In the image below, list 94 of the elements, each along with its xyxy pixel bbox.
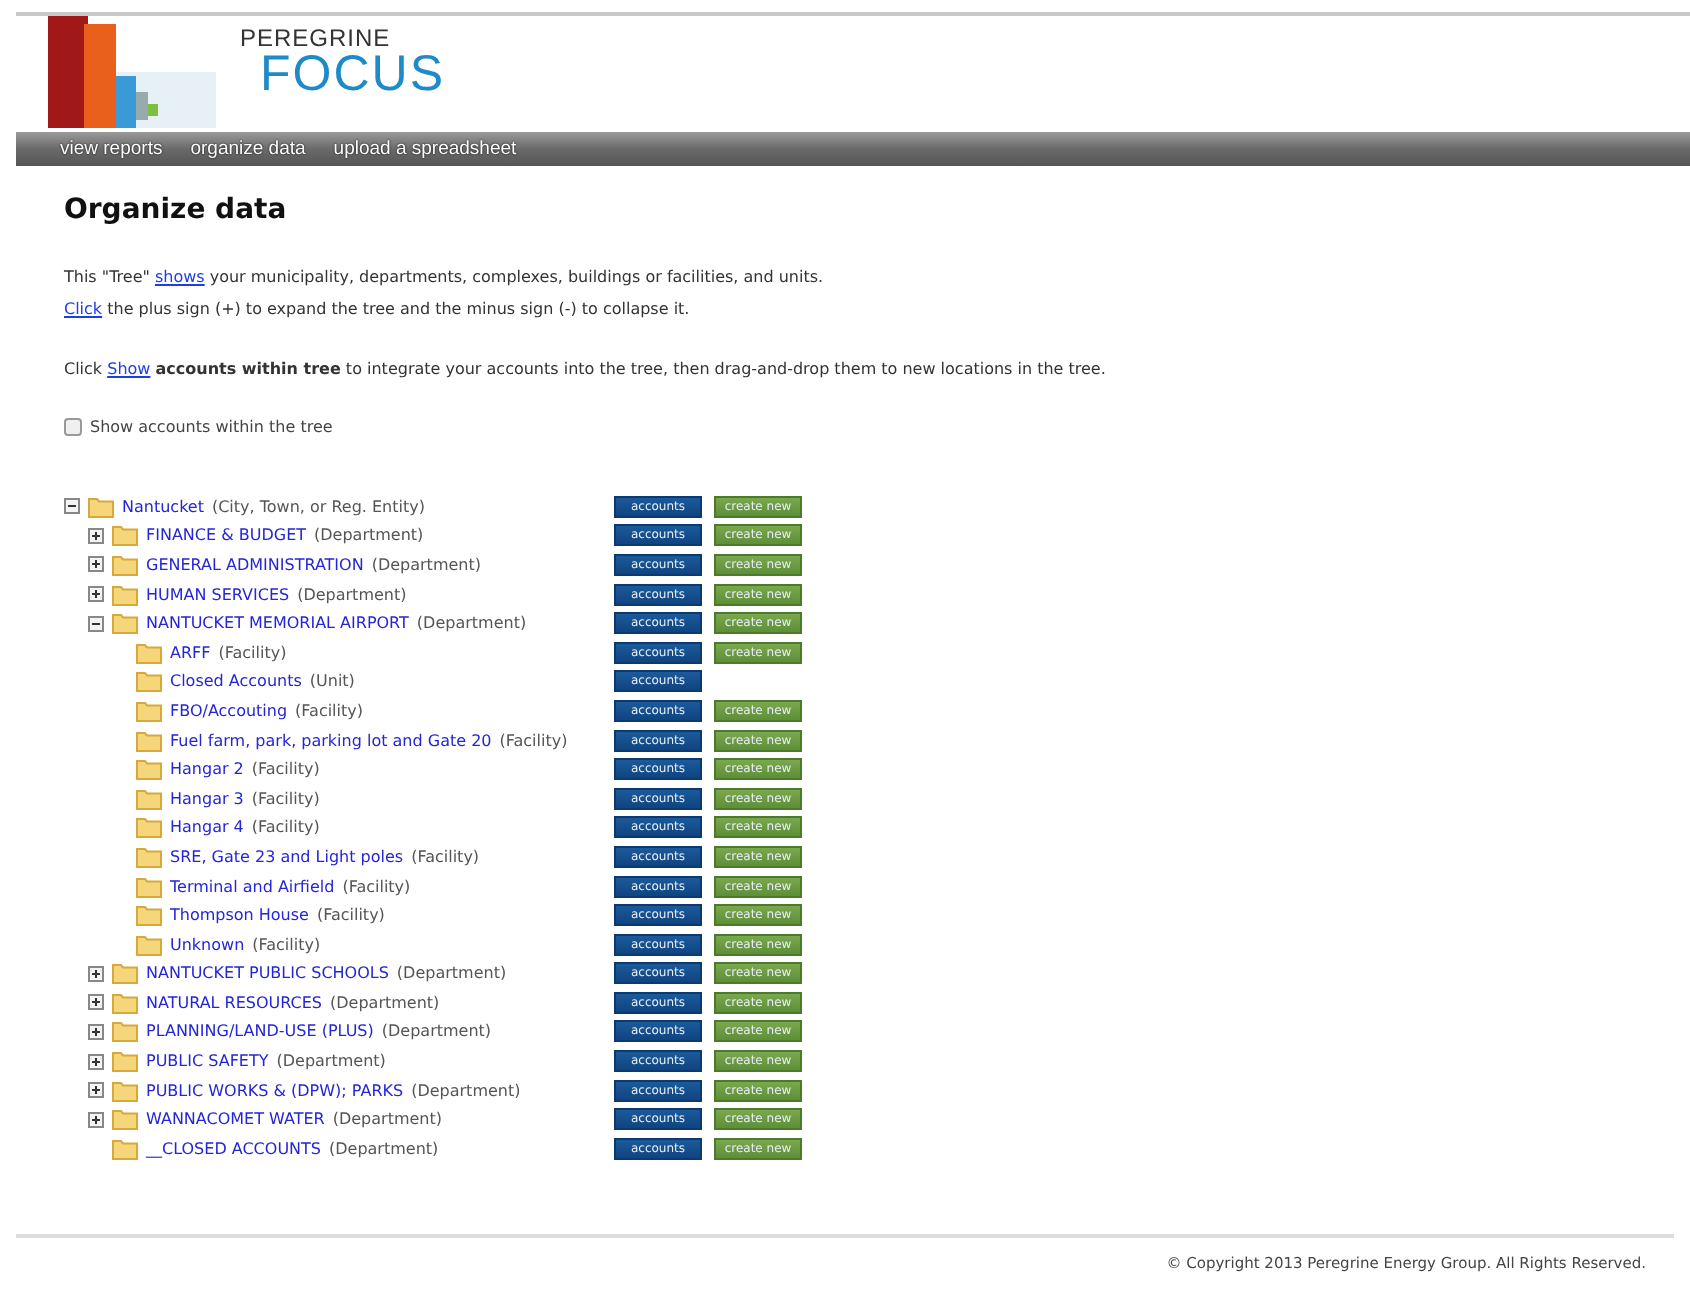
help-link[interactable]: Show (107, 360, 151, 378)
node-type: (Department) (276, 1052, 386, 1071)
folder-icon (136, 699, 162, 722)
expand-icon[interactable] (88, 1053, 104, 1070)
logo-text: FOCUS (260, 52, 445, 96)
tree-node-link[interactable]: Hangar 2 (170, 760, 244, 779)
folder-icon (112, 1020, 138, 1043)
node-type: (Department) (416, 614, 527, 633)
node-type: (Unit) (309, 672, 355, 691)
logo-text: PEREGRINE (240, 24, 393, 52)
expand-icon[interactable] (88, 965, 104, 982)
folder-icon (112, 553, 138, 576)
folder-icon (112, 1079, 138, 1102)
folder-icon (136, 787, 162, 810)
node-type: (Facility) (316, 906, 385, 925)
node-type: (Department) (381, 1022, 492, 1041)
node-type: (Department) (330, 993, 440, 1012)
folder-icon (112, 524, 138, 547)
node-type: (Facility) (251, 760, 320, 779)
instruction-text: Click the plus sign (+) to expand the tree and the minus sign (-) to collapse it. (64, 298, 690, 322)
checkbox-label: Show accounts within the tree (90, 418, 333, 436)
tree-node-link[interactable]: PUBLIC WORKS & (DPW); PARKS (146, 1081, 404, 1100)
tree-node-link[interactable]: Fuel farm, park, parking lot and Gate 20 (170, 731, 492, 750)
folder-icon (136, 729, 162, 752)
expand-icon[interactable] (88, 586, 104, 603)
nav-link[interactable]: view reports (60, 138, 163, 160)
help-link[interactable]: shows (154, 268, 205, 286)
node-type: (Department) (314, 526, 424, 545)
folder-icon (112, 1108, 138, 1131)
nav-link[interactable]: upload a spreadsheet (333, 138, 517, 160)
expand-icon[interactable] (88, 1082, 104, 1099)
node-type: (Facility) (295, 701, 363, 720)
expand-icon[interactable] (88, 1111, 104, 1128)
folder-icon (112, 583, 138, 606)
node-type: (Department) (297, 585, 407, 604)
collapse-icon[interactable] (64, 498, 80, 515)
node-type: (Facility) (251, 818, 320, 837)
tree-node-link[interactable]: Unknown (170, 935, 245, 954)
help-link[interactable]: Click (64, 300, 103, 318)
tree-node-link[interactable]: FINANCE & BUDGET (146, 526, 307, 545)
instruction-text: This "Tree" shows your municipality, departments, complexes, buildings or facilities, and units. (64, 266, 824, 290)
folder-icon (112, 612, 138, 635)
tree-node-link[interactable]: NANTUCKET MEMORIAL AIRPORT (146, 614, 409, 633)
tree-node-link[interactable]: NANTUCKET PUBLIC SCHOOLS (146, 964, 389, 983)
node-type: (Department) (396, 964, 507, 983)
instruction-text: Click Show accounts within tree to integrate your accounts into the tree, then drag-and-drop them to new locations in the tree. (64, 358, 1106, 382)
node-type: (Department) (332, 1110, 442, 1129)
expand-icon[interactable] (88, 994, 104, 1011)
tree-node-link[interactable]: Nantucket (122, 497, 204, 516)
tree-node-link[interactable]: Hangar 4 (170, 818, 244, 837)
folder-icon (112, 1137, 138, 1160)
tree-node-link[interactable]: HUMAN SERVICES (146, 585, 290, 604)
tree-node-link[interactable]: GENERAL ADMINISTRATION (146, 555, 364, 574)
node-type: (Department) (371, 555, 481, 574)
tree-node-link[interactable]: __CLOSED ACCOUNTS (146, 1139, 321, 1158)
folder-icon (136, 845, 162, 868)
expand-icon[interactable] (88, 556, 104, 573)
folder-icon (136, 816, 162, 839)
checkbox[interactable] (64, 418, 82, 436)
expand-icon[interactable] (88, 1023, 104, 1040)
node-type: (Facility) (252, 935, 321, 954)
node-type: (Department) (411, 1081, 521, 1100)
tree-node-link[interactable]: PLANNING/LAND-USE (PLUS) (146, 1022, 374, 1041)
tree-node-link[interactable]: PUBLIC SAFETY (146, 1052, 269, 1071)
folder-icon (112, 962, 138, 985)
tree-node-link[interactable]: FBO/Accouting (170, 701, 288, 720)
folder-icon (136, 670, 162, 693)
node-type: (Facility) (251, 789, 320, 808)
node-type: (Facility) (499, 731, 568, 750)
folder-icon (88, 495, 114, 518)
tree-node-link[interactable]: ARFF (170, 643, 211, 662)
expand-icon[interactable] (88, 527, 104, 544)
node-type: (City, Town, or Reg. Entity) (211, 497, 425, 516)
tree-node-link[interactable]: SRE, Gate 23 and Light poles (170, 847, 404, 866)
folder-icon (136, 641, 162, 664)
collapse-icon[interactable] (88, 615, 104, 632)
folder-icon (136, 875, 162, 898)
page-title: Organize data (64, 194, 287, 226)
folder-icon (112, 991, 138, 1014)
node-type: (Facility) (218, 643, 287, 662)
node-type: (Facility) (411, 847, 480, 866)
folder-icon (136, 758, 162, 781)
folder-icon (136, 904, 162, 927)
node-type: (Facility) (342, 877, 411, 896)
folder-icon (112, 1050, 138, 1073)
tree-node-link[interactable]: Thompson House (170, 906, 309, 925)
folder-icon (136, 933, 162, 956)
tree-node-link[interactable]: NATURAL RESOURCES (146, 993, 323, 1012)
nav-link[interactable]: organize data (190, 138, 306, 160)
tree-node-link[interactable]: Hangar 3 (170, 789, 244, 808)
tree-node-link[interactable]: Closed Accounts (170, 672, 302, 691)
node-type: (Department) (329, 1139, 439, 1158)
tree-node-link[interactable]: WANNACOMET WATER (146, 1110, 325, 1129)
tree-node-link[interactable]: Terminal and Airfield (170, 877, 335, 896)
